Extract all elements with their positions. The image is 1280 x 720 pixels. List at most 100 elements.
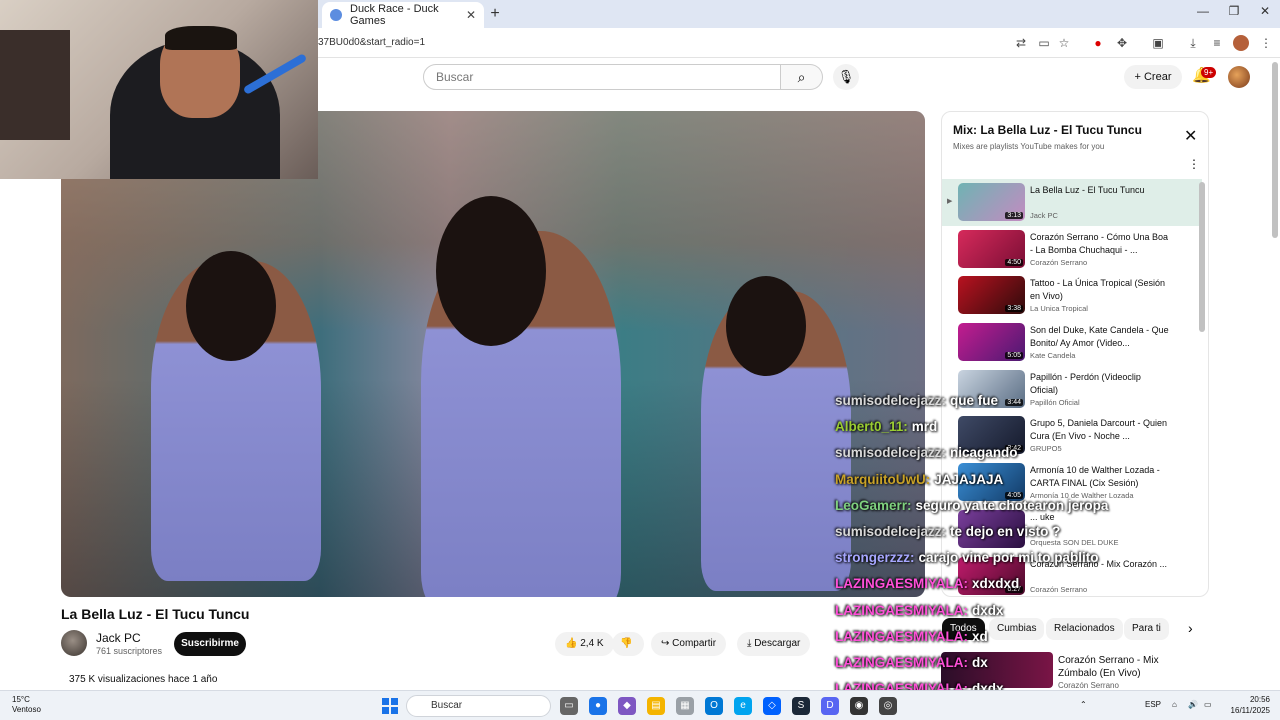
playlist-thumbnail: 5:05	[958, 323, 1025, 362]
dislike-button[interactable]: 👎	[612, 632, 644, 656]
chevron-right-icon[interactable]: ›	[1188, 620, 1193, 636]
file-explorer-icon[interactable]: ▤	[647, 697, 665, 715]
video-player[interactable]	[61, 111, 925, 597]
chat-text: dx	[972, 655, 988, 671]
playlist-item-channel: Jack PC	[1030, 211, 1058, 220]
language-indicator[interactable]: ESP	[1145, 700, 1161, 709]
obs-icon[interactable]: ◉	[850, 697, 868, 715]
tray-chevron-icon[interactable]: ⌃	[1080, 700, 1087, 709]
close-window-button[interactable]: ✕	[1250, 4, 1280, 18]
like-button[interactable]: 👍 2,4 K	[555, 632, 614, 656]
tab-close-icon[interactable]: ✕	[466, 8, 476, 22]
url-text[interactable]: 37BU0d0&start_radio=1	[318, 37, 425, 48]
video-dancer-left-hair	[186, 251, 276, 361]
duration-label: 3:13	[1005, 212, 1023, 219]
notification-badge: 9+	[1201, 67, 1217, 78]
copilot-icon[interactable]: ◆	[618, 697, 636, 715]
playlist-scrollbar[interactable]	[1199, 182, 1205, 332]
webcam-person-hair	[165, 26, 237, 50]
chat-text: mrd	[911, 419, 938, 435]
extensions-icon[interactable]: ✥	[1114, 35, 1130, 51]
cast-icon[interactable]: ▭	[1036, 35, 1052, 51]
taskbar-search[interactable]: Buscar	[406, 695, 551, 717]
store-icon[interactable]: ▦	[676, 697, 694, 715]
chat-username: LAZINGAESMIYALA:	[835, 602, 969, 618]
channel-avatar[interactable]	[61, 630, 87, 656]
chat-text: carajo vine por mi to pablito	[918, 550, 1099, 566]
download-icon[interactable]: ⤓	[1185, 35, 1201, 51]
search-button[interactable]: ⌕	[781, 64, 823, 90]
minimize-button[interactable]: —	[1188, 4, 1218, 18]
share-label: Compartir	[672, 638, 717, 649]
star-icon[interactable]: ☆	[1056, 35, 1072, 51]
playlist-item-title: Son del Duke, Kate Candela - Que Bonito/…	[1030, 325, 1169, 349]
chat-text: dxdx	[972, 602, 1004, 618]
new-tab-button[interactable]: +	[486, 5, 504, 23]
playlist-item-title: Corazón Serrano - Cómo Una Boa - La Bomb…	[1030, 231, 1169, 255]
maximize-button[interactable]: ❐	[1219, 4, 1249, 18]
task-view-icon[interactable]: ▭	[560, 697, 578, 715]
chat-text: que fue	[950, 393, 999, 408]
playlist-item[interactable]: 4:50 Corazón Serrano - Cómo Una Boa - La…	[942, 226, 1202, 273]
mic-icon: 🎙	[837, 69, 855, 84]
create-button[interactable]: + Crear	[1124, 65, 1182, 89]
chat-text: te dejo en visto ?	[950, 524, 1061, 540]
battery-icon[interactable]: ▭	[1204, 700, 1212, 709]
search-input[interactable]: Buscar	[423, 64, 781, 90]
voice-search-button[interactable]: 🎙	[833, 64, 859, 90]
sidepanel-icon[interactable]: ▣	[1150, 35, 1166, 51]
chat-username: strongerzzz:	[835, 550, 915, 566]
profile-icon[interactable]	[1233, 35, 1249, 51]
volume-icon[interactable]: 🔊	[1188, 700, 1198, 709]
translate-icon[interactable]: ⇄	[1013, 35, 1029, 51]
chat-username: LAZINGAESMIYALA:	[835, 576, 969, 592]
create-label: Crear	[1143, 71, 1172, 83]
close-icon[interactable]: ✕	[1184, 126, 1197, 146]
browser-tab[interactable]: Duck Race - Duck Games ✕	[322, 2, 484, 28]
chat-text: nicagando	[950, 445, 1018, 461]
windows-start-icon[interactable]	[382, 698, 398, 714]
weather-label: Ventoso	[12, 705, 41, 714]
weather-widget[interactable]: 15°C Ventoso	[12, 695, 41, 715]
playlist-item-channel: Corazón Serrano	[1030, 257, 1088, 267]
edge-icon[interactable]: e	[734, 697, 752, 715]
chip-para-ti[interactable]: Para ti	[1124, 618, 1169, 640]
playlist-menu-icon[interactable]: ⋮	[1188, 157, 1200, 171]
thumbs-up-icon: 👍	[565, 638, 581, 649]
share-button[interactable]: ↪ Compartir	[651, 632, 727, 656]
chat-username: LeoGamerr:	[835, 497, 912, 513]
dropbox-icon[interactable]: ◇	[763, 697, 781, 715]
chat-message: MarquiitoUwU: JAJAJAJA	[835, 467, 1095, 493]
reading-list-icon[interactable]: ≡	[1209, 35, 1225, 51]
opera-icon[interactable]: ●	[1090, 35, 1106, 51]
chat-message: sumisodelcejazz: que fue	[835, 388, 1095, 414]
now-playing-icon: ▶	[947, 198, 953, 205]
user-avatar[interactable]	[1228, 66, 1250, 88]
chat-message: LAZINGAESMIYALA: dx	[835, 650, 1095, 676]
discord-icon[interactable]: D	[821, 697, 839, 715]
playlist-item[interactable]: 5:05 Son del Duke, Kate Candela - Que Bo…	[942, 319, 1202, 366]
steam-icon[interactable]: S	[792, 697, 810, 715]
chrome-icon[interactable]: ●	[589, 697, 607, 715]
playlist-item-channel: Kate Candela	[1030, 351, 1076, 361]
video-title: La Bella Luz - El Tucu Tuncu	[61, 606, 250, 622]
view-stats: 375 K visualizaciones hace 1 año	[69, 674, 218, 685]
chat-username: MarquiitoUwU:	[835, 471, 931, 487]
outlook-icon[interactable]: O	[705, 697, 723, 715]
channel-name[interactable]: Jack PC	[96, 631, 141, 645]
subscribe-button[interactable]: Suscribirme	[174, 632, 246, 656]
chat-username: LAZINGAESMIYALA:	[835, 628, 969, 644]
playlist-thumbnail: 4:50	[958, 229, 1025, 268]
playlist-item[interactable]: ▶ 3:13 La Bella Luz - El Tucu Tuncu Jack…	[942, 179, 1202, 226]
video-dancer-right-hair	[726, 276, 806, 376]
stream-chat-overlay: sumisodelcejazz: que fue Albert0_11: mrd sum…	[835, 388, 1108, 702]
app-icon[interactable]: ◎	[879, 697, 897, 715]
download-button[interactable]: ⤓ Descargar	[737, 632, 811, 656]
network-icon[interactable]: ⌂	[1172, 700, 1177, 709]
playlist-item[interactable]: 3:38 Tattoo - La Única Tropical (Sesión …	[942, 272, 1202, 319]
duration-label: 5:05	[1005, 352, 1023, 360]
system-clock[interactable]: 20:56 16/11/2025	[1224, 694, 1270, 716]
playlist-item-channel: La Unica Tropical	[1030, 304, 1088, 314]
more-menu-icon[interactable]: ⋮	[1258, 35, 1274, 51]
page-scrollbar[interactable]	[1272, 62, 1278, 238]
